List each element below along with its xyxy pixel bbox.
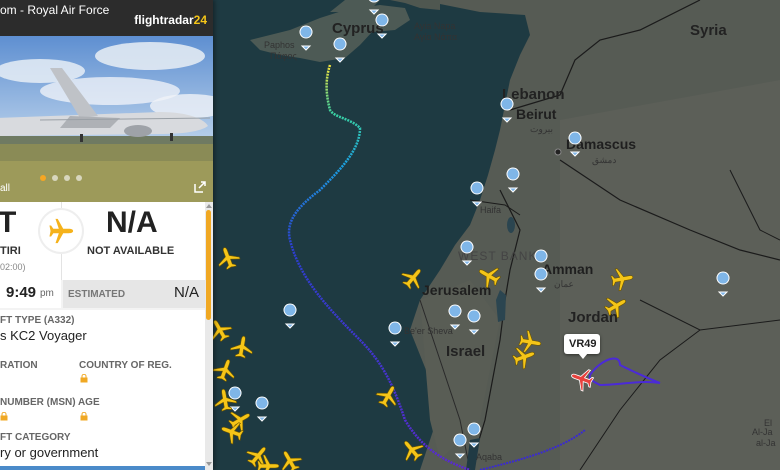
scroll-down-arrow-icon[interactable] xyxy=(205,460,213,468)
origin-code[interactable]: T xyxy=(0,206,16,240)
logo-text: flightradar xyxy=(134,13,194,27)
carousel-dot[interactable] xyxy=(52,175,58,181)
panel-bottom-bar xyxy=(0,466,205,470)
route-section: T TIRI 02:00) N/A NOT AVAILABLE xyxy=(0,202,205,280)
times-row: 9:49 pm ESTIMATED N/A xyxy=(0,280,205,308)
msn-age-label: NUMBER (MSN) AGE xyxy=(0,397,100,408)
aircraft-icon[interactable] xyxy=(396,434,428,466)
aircraft-type-value: s KC2 Voyager xyxy=(0,328,87,343)
aircraft-icon[interactable] xyxy=(601,290,632,322)
registration-section: RATION COUNTRY OF REG. xyxy=(0,350,205,390)
panel-scrollbar-thumb[interactable] xyxy=(206,210,211,320)
destination-name: NOT AVAILABLE xyxy=(87,245,175,257)
aircraft-icon[interactable] xyxy=(210,355,240,384)
flight-info-panel: om - Royal Air Force flightradar24 all T… xyxy=(0,0,213,470)
destination-code[interactable]: N/A xyxy=(106,206,158,240)
photo-carousel-dots[interactable] xyxy=(40,175,82,181)
registration-label: RATION xyxy=(0,360,38,371)
selected-aircraft-icon[interactable] xyxy=(567,364,597,394)
aircraft-photo[interactable]: all xyxy=(0,36,213,202)
airplane-icon xyxy=(49,218,74,244)
aircraft-icon[interactable] xyxy=(211,386,238,413)
country-of-reg-label: COUNTRY OF REG. xyxy=(79,360,172,371)
aircraft-icon[interactable] xyxy=(229,333,256,360)
aircraft-type-section: FT TYPE (A332) s KC2 Voyager xyxy=(0,310,205,350)
aircraft-icon[interactable] xyxy=(372,380,404,411)
actual-time: 9:49 xyxy=(6,284,37,301)
aircraft-icon[interactable] xyxy=(274,445,306,470)
aircraft-icon[interactable] xyxy=(473,260,504,292)
aircraft-photo-image xyxy=(0,36,213,202)
lock-icon xyxy=(0,412,8,421)
carousel-dot[interactable] xyxy=(76,175,82,181)
lock-icon xyxy=(80,412,88,421)
aircraft-icon[interactable] xyxy=(397,262,429,294)
flight-callout-label: VR49 xyxy=(569,338,597,350)
lock-icon xyxy=(80,374,88,383)
panel-header: om - Royal Air Force flightradar24 xyxy=(0,0,213,36)
actual-time-suffix: pm xyxy=(40,288,54,299)
flightradar-app: Cyprus Ayia Napa Αγία Νάπα Paphos Πάφος … xyxy=(0,0,780,470)
aircraft-icon[interactable] xyxy=(609,265,636,292)
logo-number: 24 xyxy=(193,13,207,27)
route-plane-badge xyxy=(40,210,82,252)
carousel-dot[interactable] xyxy=(40,175,46,181)
carousel-dot[interactable] xyxy=(64,175,70,181)
actual-time-cell: 9:49 pm xyxy=(0,280,61,308)
category-value: ry or government xyxy=(0,445,99,460)
origin-name: TIRI xyxy=(0,245,21,257)
callout-pointer xyxy=(578,353,588,359)
estimated-label: ESTIMATED xyxy=(68,289,126,300)
flightradar-logo[interactable]: flightradar24 xyxy=(134,13,207,27)
category-section: FT CATEGORY ry or government xyxy=(0,428,205,470)
photo-credit: all xyxy=(0,183,11,194)
estimated-time-cell: ESTIMATED N/A xyxy=(63,280,205,308)
estimated-value: N/A xyxy=(173,284,199,301)
aircraft-icon[interactable] xyxy=(213,243,243,272)
msn-section: NUMBER (MSN) AGE xyxy=(0,390,205,428)
aircraft-type-label: FT TYPE (A332) xyxy=(0,315,75,326)
scroll-up-arrow-icon[interactable] xyxy=(205,202,213,210)
flight-title: om - Royal Air Force xyxy=(0,3,110,17)
aircraft-icon[interactable] xyxy=(510,342,539,372)
expand-icon[interactable] xyxy=(193,180,207,194)
flight-callout[interactable]: VR49 xyxy=(564,334,600,359)
category-label: FT CATEGORY xyxy=(0,432,71,443)
origin-timezone: 02:00) xyxy=(0,262,26,272)
